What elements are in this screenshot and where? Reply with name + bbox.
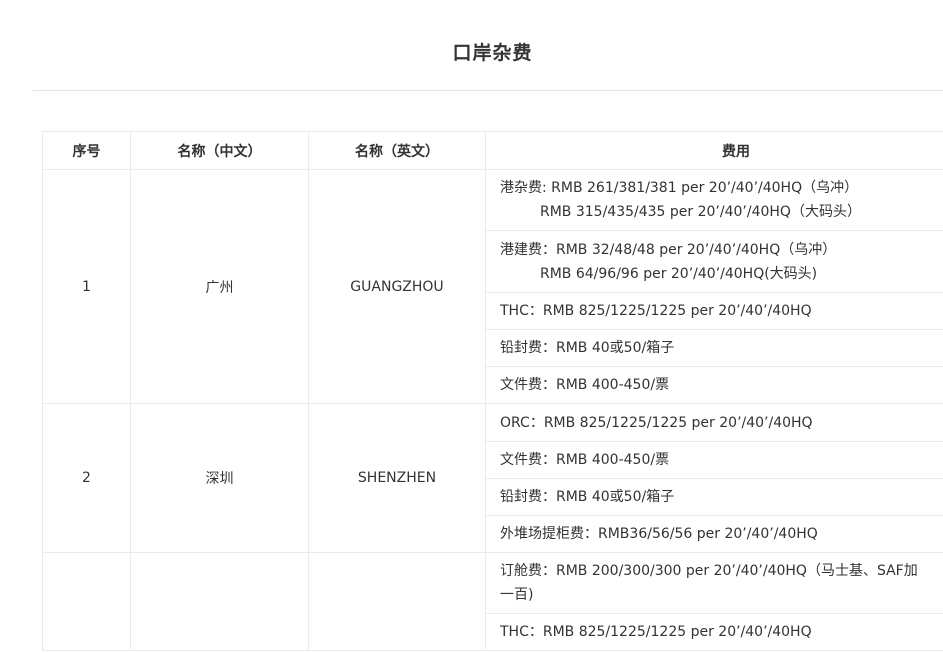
fee-text: 港杂费: RMB 261/381/381 per 20’/40’/40HQ（乌冲… [500,180,859,196]
page-title: 口岸杂费 [452,42,533,64]
cell-fee: 外堆场提柜费：RMB36/56/56 per 20’/40’/40HQ [485,515,943,553]
fee-text: 订舱费：RMB 200/300/300 per 20’/40’/40HQ（马士基… [500,563,918,579]
title-divider [33,90,943,91]
cell-fee: 铅封费：RMB 40或50/箱子 [485,478,943,516]
cell-name-cn [130,552,309,651]
table-row: 订舱费：RMB 200/300/300 per 20’/40’/40HQ（马士基… [42,552,943,651]
cell-no: 1 [42,169,131,404]
header-fees: 费用 [485,131,943,170]
cell-name-en [308,552,486,651]
cell-name-en: GUANGZHOU [308,169,486,404]
cell-fee: 文件费：RMB 400-450/票 [485,441,943,479]
cell-name-cn: 广州 [130,169,309,404]
cell-fee: 港建费：RMB 32/48/48 per 20’/40’/40HQ（乌冲） RM… [485,230,943,293]
cell-fee: ORC：RMB 825/1225/1225 per 20’/40’/40HQ [485,403,943,442]
port-fees-table: 序号 名称（中文） 名称（英文） 费用 1 广州 GUANGZHOU 港杂费: … [42,131,943,651]
cell-no: 2 [42,403,131,553]
fee-text-continued: 一百) [500,587,534,603]
cell-name-cn: 深圳 [130,403,309,553]
cell-fee: 订舱费：RMB 200/300/300 per 20’/40’/40HQ（马士基… [485,552,943,614]
fee-text-continued: RMB 315/435/435 per 20’/40’/40HQ（大码头） [540,204,861,220]
cell-no [42,552,131,651]
table-header-row: 序号 名称（中文） 名称（英文） 费用 [42,131,943,170]
header-name-cn: 名称（中文） [130,131,309,170]
cell-fee: 文件费：RMB 400-450/票 [485,366,943,404]
fee-text-continued: RMB 64/96/96 per 20’/40’/40HQ(大码头) [540,265,818,282]
cell-name-en: SHENZHEN [308,403,486,553]
cell-fee: 铅封费：RMB 40或50/箱子 [485,329,943,367]
header-name-en: 名称（英文） [308,131,486,170]
fee-text: 港建费：RMB 32/48/48 per 20’/40’/40HQ（乌冲） [500,241,837,258]
cell-fee: THC：RMB 825/1225/1225 per 20’/40’/40HQ [485,613,943,651]
table-row: 2 深圳 SHENZHEN ORC：RMB 825/1225/1225 per … [42,403,943,553]
table-row: 1 广州 GUANGZHOU 港杂费: RMB 261/381/381 per … [42,169,943,404]
cell-fee: THC：RMB 825/1225/1225 per 20’/40’/40HQ [485,292,943,330]
header-no: 序号 [42,131,131,170]
cell-fee: 港杂费: RMB 261/381/381 per 20’/40’/40HQ（乌冲… [485,169,943,231]
